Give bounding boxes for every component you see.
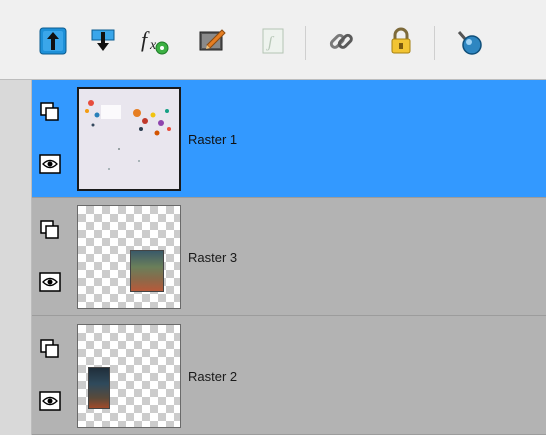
layer-row-raster-2[interactable]: Raster 2 [32, 317, 546, 435]
toolbar-separator [434, 26, 435, 60]
layers-gutter [0, 80, 32, 435]
photo-thumbnail [88, 367, 110, 409]
move-layer-up-icon [39, 27, 67, 59]
script-icon: ʃ [258, 26, 288, 60]
visibility-eye-icon[interactable] [38, 389, 62, 413]
layers-palette: f x ʃ Raster 1 Raster 3 Raster 2 [0, 0, 546, 435]
layers-list: Raster 1 Raster 3 Raster 2 [32, 80, 546, 435]
layer-thumbnail[interactable] [77, 324, 181, 428]
lock-button[interactable] [384, 26, 418, 60]
layers-toolbar: f x ʃ [0, 0, 546, 80]
svg-text:x: x [149, 38, 157, 53]
layer-group-icon[interactable] [38, 337, 62, 361]
edit-layer-button[interactable] [196, 26, 230, 60]
clear-button[interactable] [452, 26, 486, 60]
layer-row-raster-3[interactable]: Raster 3 [32, 198, 546, 316]
photo-thumbnail [130, 250, 164, 292]
move-layer-up-button[interactable] [36, 26, 70, 60]
layer-effects-button[interactable]: f x [138, 26, 172, 60]
layer-name[interactable]: Raster 1 [188, 132, 237, 147]
move-layer-down-button[interactable] [86, 26, 120, 60]
layer-group-icon[interactable] [38, 100, 62, 124]
script-button[interactable]: ʃ [256, 26, 290, 60]
visibility-eye-icon[interactable] [38, 270, 62, 294]
layer-name[interactable]: Raster 3 [188, 250, 237, 265]
link-button[interactable] [324, 26, 358, 60]
move-layer-down-icon [89, 27, 117, 59]
layer-group-icon[interactable] [38, 218, 62, 242]
layer-effects-icon: f x [139, 25, 171, 61]
link-icon [326, 26, 356, 60]
visibility-eye-icon[interactable] [38, 152, 62, 176]
svg-text:f: f [141, 27, 150, 52]
layer-name[interactable]: Raster 2 [188, 369, 237, 384]
lock-icon [386, 26, 416, 60]
clear-icon [454, 26, 484, 60]
toolbar-separator [305, 26, 306, 60]
layer-thumbnail[interactable] [77, 205, 181, 309]
layer-row-raster-1[interactable]: Raster 1 [32, 80, 546, 198]
layer-thumbnail[interactable] [77, 87, 181, 191]
edit-layer-icon [197, 25, 229, 61]
